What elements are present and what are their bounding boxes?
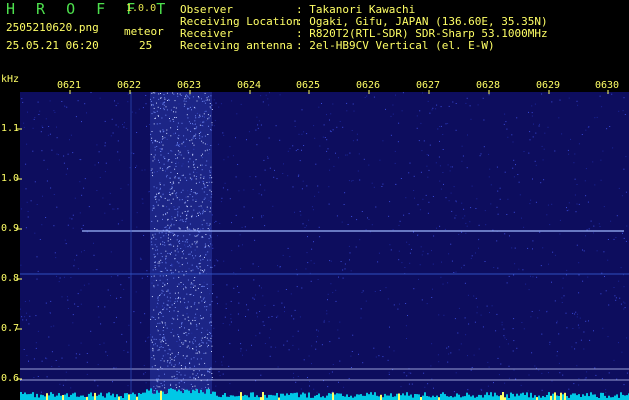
- x-tick-label: 0623: [177, 80, 202, 91]
- x-tick-label: 0630: [595, 80, 620, 91]
- y-tick-label: 0.9: [1, 223, 20, 234]
- x-tick-label: 0622: [117, 80, 142, 91]
- spectrogram-background: [20, 92, 629, 400]
- meteor-burst-band: [150, 92, 212, 400]
- x-tick-label: 0629: [536, 80, 561, 91]
- y-tick-label: 0.6: [1, 373, 20, 384]
- x-tick-label: 0627: [416, 80, 441, 91]
- x-tick-label: 0626: [356, 80, 381, 91]
- x-tick-label: 0621: [57, 80, 82, 91]
- y-tick-label: 1.0: [1, 173, 20, 184]
- spectrogram: [16, 90, 629, 400]
- hroft-window: H R O F F T 1.0.0 2505210620.png meteor …: [0, 0, 629, 400]
- y-tick-label: 0.8: [1, 273, 20, 284]
- y-tick-label: 1.1: [1, 123, 20, 134]
- x-tick-label: 0625: [296, 80, 321, 91]
- y-tick-label: 0.7: [1, 323, 20, 334]
- x-tick-label: 0628: [476, 80, 501, 91]
- x-tick-label: 0624: [237, 80, 262, 91]
- y-axis-unit: kHz: [1, 74, 20, 85]
